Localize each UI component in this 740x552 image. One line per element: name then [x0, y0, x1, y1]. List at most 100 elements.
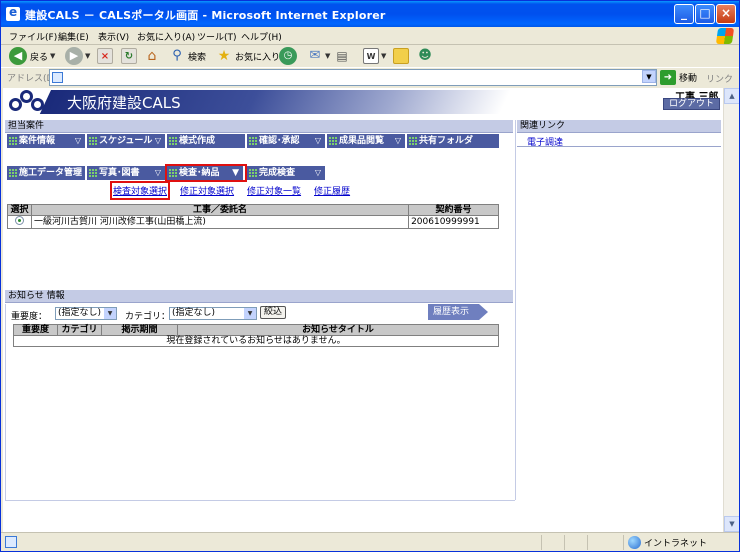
radio-selected-icon[interactable] [14, 216, 24, 225]
nav-inspection-delivery[interactable]: 検査･納品 ▼ [167, 166, 245, 180]
back-arrow-icon: ◀ [9, 47, 27, 65]
home-icon: ⌂ [147, 48, 157, 64]
link-inspection-target[interactable]: 検査対象選択 [109, 181, 171, 200]
related-divider [517, 146, 721, 147]
grid-icon [89, 169, 97, 177]
chevron-down-icon: ▼ [381, 52, 387, 60]
messenger-button[interactable]: ☻ [417, 47, 433, 65]
grid-icon [9, 169, 17, 177]
menu-favorites[interactable]: お気に入り(A) [137, 30, 195, 43]
menu-edit[interactable]: 編集(E) [58, 30, 89, 43]
nav-photos-docs[interactable]: 写真･図書 ▽ [87, 166, 167, 180]
chevron-down-icon: ▼ [50, 52, 56, 60]
column-header-importance: 重要度 [13, 324, 58, 336]
cases-section-title: 担当案件 [5, 120, 513, 133]
category-select[interactable]: (指定なし) ▼ [169, 307, 257, 320]
page-content: 大阪府建設CALS 工事 三郎 ログアウト 担当案件 案件情報▽ スケジュール▽… [3, 88, 723, 532]
nav-completion-inspection[interactable]: 完成検査 ▽ [247, 166, 327, 180]
grid-icon [169, 169, 177, 177]
scroll-up-icon[interactable]: ▲ [724, 88, 739, 104]
stop-button[interactable]: × [97, 47, 113, 65]
word-icon: W [363, 48, 379, 64]
history-clock-icon: ◷ [279, 47, 297, 65]
title-bar: 建設CALS － CALSポータル画面 - Microsoft Internet… [1, 1, 739, 27]
address-dropdown-button[interactable]: ▼ [642, 70, 656, 83]
menu-help[interactable]: ヘルプ(H) [241, 30, 282, 43]
page-status-icon [5, 536, 17, 548]
select-radio-cell[interactable] [7, 215, 32, 229]
history-display-button[interactable]: 履歴表示 [428, 304, 488, 320]
menu-view[interactable]: 表示(V) [98, 30, 129, 43]
column-header-period: 掲示期間 [101, 324, 178, 336]
address-input[interactable] [49, 69, 657, 86]
refresh-button[interactable]: ↻ [121, 47, 137, 65]
importance-select[interactable]: (指定なし) ▼ [55, 307, 117, 320]
notices-section-title: お知らせ 情報 [5, 290, 513, 303]
chevron-down-icon: ▽ [74, 168, 81, 177]
address-bar: アドレス(D) ▼ ➜ 移動 リンク [1, 67, 739, 87]
column-header-number: 契約番号 [408, 204, 499, 216]
column-header-notice-title: お知らせタイトル [177, 324, 499, 336]
minimize-button[interactable]: _ [674, 4, 694, 24]
nav-approval[interactable]: 確認･承認 ▽ [247, 134, 327, 148]
back-button[interactable]: ◀ 戻る ▼ [9, 47, 55, 65]
refresh-icon: ↻ [121, 48, 137, 64]
filter-button[interactable]: 絞込 [260, 306, 286, 319]
go-arrow-icon: ➜ [660, 70, 676, 85]
grid-icon [409, 137, 417, 145]
menu-tools[interactable]: ツール(T) [197, 30, 237, 43]
chevron-down-icon: ▽ [314, 136, 321, 145]
page-icon [52, 72, 63, 83]
forward-button[interactable]: ▶ ▼ [65, 47, 90, 65]
maximize-button[interactable]: □ [695, 4, 715, 24]
chevron-down-icon: ▼ [244, 308, 256, 319]
nav-construction-data[interactable]: 施工データ管理 ▽ [7, 166, 87, 180]
table-row: 一級河川古賀川 河川改修工事(山田橋上流) 200610999991 [7, 215, 499, 229]
scroll-down-icon[interactable]: ▼ [724, 516, 739, 532]
menu-file[interactable]: ファイル(F) [9, 30, 57, 43]
nav-deliverables[interactable]: 成果品閲覧 ▽ [327, 134, 407, 148]
go-button[interactable]: ➜ 移動 [660, 70, 697, 85]
related-links-title: 関連リンク [517, 120, 721, 133]
left-border [5, 304, 6, 500]
edit-button[interactable]: W ▼ [363, 47, 386, 65]
column-divider [515, 120, 516, 500]
mail-button[interactable]: ✉ ▼ [307, 47, 331, 65]
security-zone: イントラネット [628, 536, 707, 549]
chevron-down-icon: ▼ [85, 52, 91, 60]
home-button[interactable]: ⌂ [144, 47, 160, 65]
table-header-row: 選択 工事／委託名 契約番号 [7, 204, 499, 216]
close-button[interactable]: × [716, 4, 736, 24]
grid-icon [249, 137, 257, 145]
status-bar: イントラネット [1, 532, 739, 551]
link-correction-list[interactable]: 修正対象一覧 [247, 184, 301, 197]
category-label: カテゴリ： [125, 312, 171, 322]
stop-icon: × [97, 48, 113, 64]
logout-button[interactable]: ログアウト [663, 98, 720, 110]
grid-icon [9, 137, 17, 145]
browser-window: 建設CALS － CALSポータル画面 - Microsoft Internet… [0, 0, 740, 552]
nav-shared-folder[interactable]: 共有フォルダ [407, 134, 501, 148]
importance-label: 重要度： [11, 312, 48, 322]
search-icon: ⚲ [172, 48, 182, 63]
vertical-scrollbar[interactable]: ▲ ▼ [723, 88, 739, 532]
cases-table: 選択 工事／委託名 契約番号 一級河川古賀川 河川改修工事(山田橋上流) 200… [7, 204, 499, 229]
mail-icon: ✉ [309, 48, 321, 63]
nav-form-creation[interactable]: 様式作成 [167, 134, 247, 148]
search-button[interactable]: ⚲ 検索 [169, 47, 206, 65]
links-button[interactable]: リンク [706, 72, 733, 85]
history-toolbar-button[interactable]: ◷ [279, 47, 297, 65]
column-header-select: 選択 [7, 204, 32, 216]
print-button[interactable]: ▤ [334, 47, 350, 65]
nav-schedule[interactable]: スケジュール ▽ [87, 134, 167, 148]
link-correction-history[interactable]: 修正履歴 [314, 184, 350, 197]
favorites-button[interactable]: ★ お気に入り [216, 47, 280, 65]
folder-button[interactable] [393, 47, 409, 65]
menu-bar: ファイル(F) 編集(E) 表示(V) お気に入り(A) ツール(T) ヘルプ(… [1, 27, 739, 45]
link-correction-target[interactable]: 修正対象選択 [180, 184, 234, 197]
nav-case-info[interactable]: 案件情報 ▽ [7, 134, 87, 148]
grid-icon [89, 137, 97, 145]
window-title: 建設CALS － CALSポータル画面 - Microsoft Internet… [25, 9, 386, 22]
chevron-down-icon: ▼ [104, 308, 116, 319]
contract-number-cell: 200610999991 [408, 215, 499, 229]
